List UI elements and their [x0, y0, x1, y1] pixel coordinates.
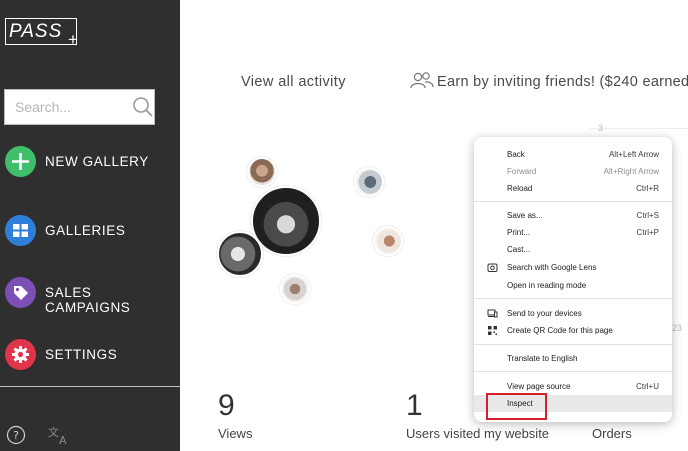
plus-icon	[5, 146, 36, 177]
menu-label: Translate to English	[507, 354, 578, 363]
visitor-avatar[interactable]	[280, 274, 310, 304]
nav-sales-campaigns[interactable]: SALES CAMPAIGNS	[0, 277, 180, 321]
menu-label: Save as...	[507, 211, 543, 220]
nav-galleries[interactable]: GALLERIES	[0, 215, 180, 259]
orders-label: Orders	[592, 426, 632, 441]
search-box	[4, 89, 155, 125]
svg-text:文: 文	[48, 425, 59, 439]
menu-label: View page source	[507, 382, 571, 391]
search-icon[interactable]	[132, 96, 154, 118]
visitor-avatar[interactable]	[247, 157, 277, 187]
menu-label: Reload	[507, 184, 533, 193]
menu-item-qr-code[interactable]: Create QR Code for this page	[474, 322, 672, 339]
chart-tick-label: 23	[672, 323, 683, 333]
grid-icon	[5, 215, 36, 246]
pass-logo[interactable]: PASS	[5, 18, 77, 45]
gear-icon	[5, 339, 36, 370]
menu-label: Forward	[507, 167, 537, 176]
menu-shortcut: Alt+Left Arrow	[608, 150, 659, 159]
visitor-avatar[interactable]	[354, 167, 384, 197]
visitor-avatar[interactable]	[373, 226, 403, 256]
menu-shortcut: Ctrl+U	[636, 382, 659, 391]
menu-item-back[interactable]: Back Alt+Left Arrow	[474, 146, 672, 163]
menu-shortcut: Ctrl+P	[636, 228, 659, 237]
inspect-highlight-box	[486, 393, 547, 420]
browser-context-menu: Back Alt+Left Arrow Forward Alt+Right Ar…	[474, 137, 672, 422]
google-lens-icon	[487, 263, 498, 272]
menu-separator	[474, 344, 672, 345]
translate-icon[interactable]: 文 A	[47, 424, 71, 446]
menu-item-reload[interactable]: Reload Ctrl+R	[474, 180, 672, 197]
search-input[interactable]	[5, 90, 123, 124]
nav-settings[interactable]: SETTINGS	[0, 339, 180, 383]
menu-item-reading-mode[interactable]: Open in reading mode	[474, 277, 672, 294]
menu-shortcut: Alt+Right Arrow	[603, 167, 659, 176]
menu-separator	[474, 298, 672, 299]
nav-label-sales-campaigns: SALES CAMPAIGNS	[45, 285, 131, 315]
sidebar: PASS + NEW GALLERY GALLERIES SALES CAMPA…	[0, 0, 180, 451]
menu-item-forward[interactable]: Forward Alt+Right Arrow	[474, 163, 672, 180]
menu-item-translate[interactable]: Translate to English	[474, 350, 672, 367]
nav-label-settings: SETTINGS	[45, 347, 118, 362]
menu-item-google-lens[interactable]: Search with Google Lens	[474, 259, 672, 276]
nav-new-gallery[interactable]: NEW GALLERY	[0, 146, 180, 190]
view-all-activity-link[interactable]: View all activity	[241, 74, 346, 90]
menu-separator	[474, 371, 672, 372]
tag-icon	[5, 277, 36, 308]
svg-text:?: ?	[13, 429, 19, 442]
sidebar-divider	[0, 386, 180, 387]
menu-item-print[interactable]: Print... Ctrl+P	[474, 224, 672, 241]
logo-text: PASS	[9, 21, 63, 42]
users-icon	[410, 72, 434, 89]
logo-plus: +	[68, 30, 78, 49]
users-label: Users visited my website	[406, 426, 550, 441]
visitor-avatar[interactable]	[217, 231, 263, 277]
chart-gridline	[590, 128, 688, 129]
menu-item-cast[interactable]: Cast...	[474, 241, 672, 258]
menu-label: Create QR Code for this page	[507, 326, 613, 335]
menu-label: Cast...	[507, 245, 531, 254]
users-count: 1	[406, 389, 423, 422]
menu-label: Back	[507, 150, 525, 159]
nav-label-galleries: GALLERIES	[45, 223, 126, 238]
svg-text:A: A	[59, 434, 67, 446]
nav-label-new-gallery: NEW GALLERY	[45, 154, 149, 169]
menu-separator	[474, 201, 672, 202]
devices-icon	[487, 309, 498, 318]
menu-label: Search with Google Lens	[507, 263, 597, 272]
help-icon[interactable]: ?	[6, 425, 26, 445]
views-count: 9	[218, 389, 235, 422]
menu-label: Print...	[507, 228, 531, 237]
menu-shortcut: Ctrl+S	[636, 211, 659, 220]
menu-item-save-as[interactable]: Save as... Ctrl+S	[474, 207, 672, 224]
views-label: Views	[218, 426, 253, 441]
menu-label: Open in reading mode	[507, 281, 587, 290]
qr-code-icon	[488, 326, 497, 335]
menu-shortcut: Ctrl+R	[636, 184, 659, 193]
menu-label: Send to your devices	[507, 309, 582, 318]
invite-friends-link[interactable]: Earn by inviting friends! ($240 earned)	[437, 74, 688, 90]
chart-tick-label: 3	[598, 123, 604, 133]
menu-item-send-to-devices[interactable]: Send to your devices	[474, 305, 672, 322]
